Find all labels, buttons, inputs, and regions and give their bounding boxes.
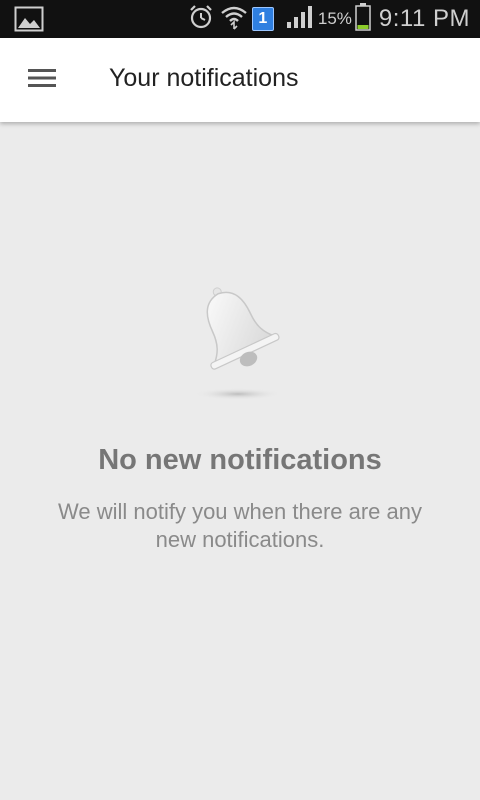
page-title: Your notifications xyxy=(109,64,299,92)
app-bar: Your notifications xyxy=(0,38,480,122)
signal-icon xyxy=(286,5,314,34)
empty-state-message: We will notify you when there are any ne… xyxy=(58,499,422,552)
status-bar-left xyxy=(8,6,44,37)
bell-icon xyxy=(180,280,290,405)
hamburger-menu-icon xyxy=(28,68,56,93)
status-time: 9:11 PM xyxy=(378,5,470,32)
battery-icon xyxy=(355,2,371,36)
alarm-icon xyxy=(188,4,214,35)
status-bar: 1 15% 9:11 PM xyxy=(0,0,480,38)
empty-state-title: No new notifications xyxy=(98,444,382,476)
empty-state: No new notifications We will notify you … xyxy=(0,122,480,800)
status-bar-right: 1 15% 9:11 PM xyxy=(182,0,470,38)
menu-button[interactable] xyxy=(22,62,62,98)
battery-percent: 15% xyxy=(317,9,352,28)
notification-count-badge: 1 xyxy=(251,7,274,31)
wifi-icon xyxy=(220,4,248,35)
gallery-icon xyxy=(14,6,44,37)
